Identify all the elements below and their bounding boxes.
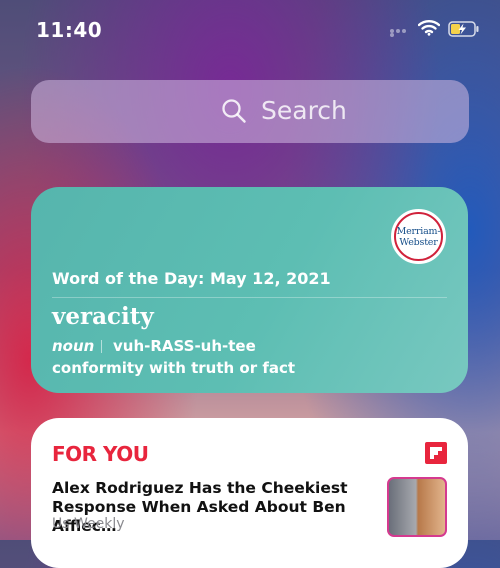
search-icon [221, 98, 247, 128]
cellular-signal-icon [390, 29, 412, 37]
pronunciation: vuh-RASS-uh-tee [113, 337, 256, 355]
word-of-day-date: Word of the Day: May 12, 2021 [52, 269, 331, 288]
logo-line-1: Merriam- [396, 226, 441, 237]
word-of-the-day-widget[interactable]: Merriam- Webster Word of the Day: May 12… [31, 187, 468, 393]
logo-line-2: Webster [399, 237, 438, 248]
divider [52, 297, 447, 298]
flipboard-icon [425, 442, 447, 464]
search-bar[interactable]: Search [31, 80, 469, 143]
news-widget[interactable]: FOR YOU Alex Rodriguez Has the Cheekiest… [31, 418, 468, 568]
part-of-speech: noun [52, 337, 95, 355]
status-bar: 11:40 [0, 0, 500, 60]
news-source: Us Weekly [52, 516, 125, 532]
definition: conformity with truth or fact [52, 359, 296, 377]
news-thumbnail[interactable] [387, 477, 447, 537]
status-time: 11:40 [36, 18, 103, 42]
search-placeholder: Search [261, 96, 347, 125]
separator [101, 340, 102, 353]
word-title: veracity [52, 303, 154, 330]
merriam-webster-logo: Merriam- Webster [391, 209, 446, 264]
wifi-icon [417, 19, 441, 40]
for-you-header: FOR YOU [52, 442, 149, 466]
battery-charging-icon [448, 21, 480, 41]
